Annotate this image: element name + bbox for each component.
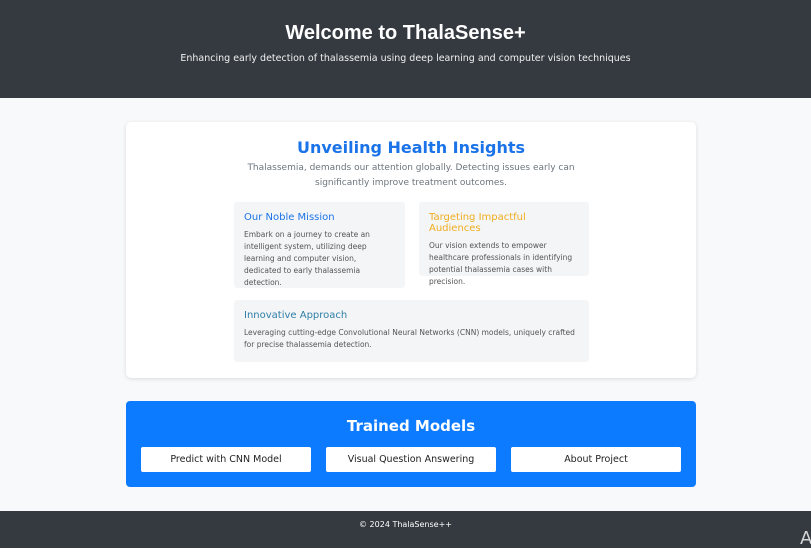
page-subtitle: Enhancing early detection of thalassemia… bbox=[180, 53, 631, 64]
approach-box: Innovative Approach Leveraging cutting-e… bbox=[234, 300, 589, 362]
approach-title: Innovative Approach bbox=[244, 310, 348, 321]
insights-intro: Thalassemia, demands our attention globa… bbox=[247, 163, 575, 188]
footer-copyright: © 2024 ThalaSense++ bbox=[359, 520, 452, 529]
bottom-strip bbox=[0, 548, 811, 558]
approach-text: Leveraging cutting-edge Convolutional Ne… bbox=[244, 328, 575, 349]
trained-models-section: Trained Models Predict with CNN Model Vi… bbox=[126, 401, 696, 487]
predict-cnn-button[interactable]: Predict with CNN Model bbox=[141, 447, 311, 472]
models-title: Trained Models bbox=[346, 417, 476, 435]
insights-title: Unveiling Health Insights bbox=[296, 138, 526, 157]
mission-title: Our Noble Mission bbox=[244, 212, 335, 223]
about-project-button[interactable]: About Project bbox=[511, 447, 681, 472]
audience-text: Our vision extends to empower healthcare… bbox=[429, 241, 573, 286]
page-title: Welcome to ThalaSense+ bbox=[285, 22, 526, 44]
audience-title: Targeting Impactful Audiences bbox=[429, 212, 526, 234]
insights-card: Unveiling Health Insights Thalassemia, d… bbox=[126, 122, 696, 378]
audience-box: Targeting Impactful Audiences Our vision… bbox=[419, 202, 589, 286]
mission-box: Our Noble Mission Embark on a journey to… bbox=[234, 202, 405, 288]
mission-text: Embark on a journey to create an intelli… bbox=[244, 230, 370, 287]
corner-glyph: A bbox=[800, 528, 811, 549]
footer: © 2024 ThalaSense++ bbox=[0, 511, 811, 548]
vqa-button[interactable]: Visual Question Answering bbox=[326, 447, 496, 472]
header: Welcome to ThalaSense+ Enhancing early d… bbox=[0, 0, 811, 98]
